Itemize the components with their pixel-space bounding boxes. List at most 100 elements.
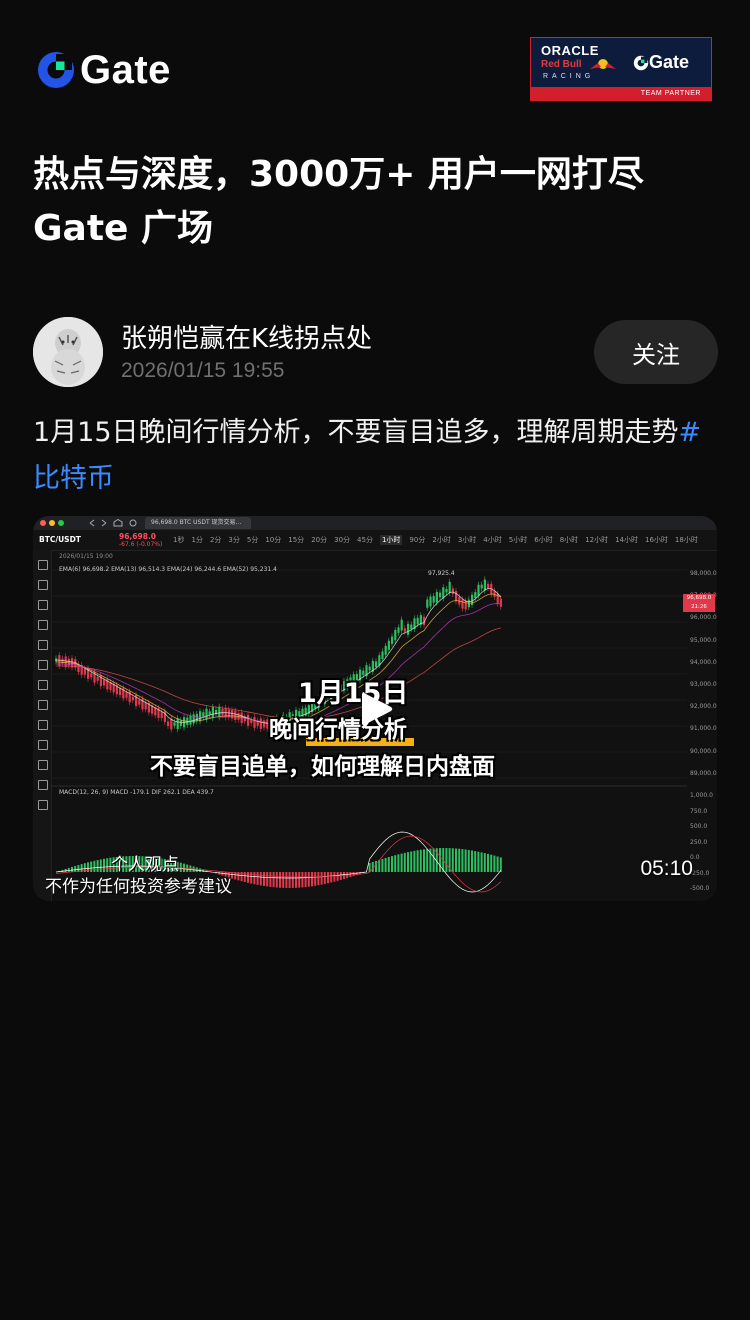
candle-body <box>64 656 67 667</box>
candle-body <box>455 591 458 602</box>
timeframe-option[interactable]: 4小时 <box>483 535 501 545</box>
timeframe-option[interactable]: 12小时 <box>585 535 608 545</box>
timeframe-option[interactable]: 5分 <box>247 535 258 545</box>
timeframe-option[interactable]: 30分 <box>334 535 350 545</box>
timeframe-option[interactable]: 16小时 <box>645 535 668 545</box>
macd-bar <box>96 860 99 872</box>
candle-body <box>397 627 400 633</box>
macd-bar <box>266 872 269 887</box>
text-tool-icon <box>38 680 48 690</box>
candle-body <box>173 722 176 726</box>
price-change: -67.6 (-0.07%) <box>119 541 163 548</box>
macd-axis-tick: 500.0 <box>690 823 708 830</box>
macd-bar <box>387 857 390 872</box>
window-controls-icon <box>40 520 64 526</box>
candle-body <box>487 583 490 589</box>
candle-body <box>416 617 419 625</box>
tiger-avatar-image <box>33 317 103 387</box>
timeframe-option[interactable]: 18小时 <box>675 535 698 545</box>
price-tag-time: 21:26 <box>691 604 707 610</box>
ema-line <box>55 627 501 720</box>
follow-button[interactable]: 关注 <box>594 320 718 384</box>
macd-bar <box>477 851 480 872</box>
trading-pair: BTC/USDT <box>39 535 81 544</box>
browser-bar: 96,698.0 BTC USDT 现货交易... <box>33 516 717 530</box>
timeframe-option[interactable]: 45分 <box>357 535 373 545</box>
candle-body <box>477 584 480 596</box>
macd-bar <box>400 853 403 872</box>
candle-body <box>125 692 128 698</box>
candle-body <box>400 619 403 631</box>
timeframe-option[interactable]: 6小时 <box>534 535 552 545</box>
macd-bar <box>288 872 291 888</box>
price-axis-tick: 98,000.0 <box>690 570 717 577</box>
candle-body <box>474 592 477 598</box>
timeframe-option[interactable]: 90分 <box>409 535 425 545</box>
macd-bar <box>301 872 304 888</box>
candle-body <box>426 599 429 608</box>
author-name[interactable]: 张朔恺赢在K线拐点处 <box>121 318 372 355</box>
overlay-title-3: 不要盲目追单，如何理解日内盘面 <box>150 754 495 780</box>
macd-bar <box>394 855 397 872</box>
timeframe-option[interactable]: 14小时 <box>615 535 638 545</box>
timeframe-option[interactable]: 3分 <box>228 535 239 545</box>
macd-bar <box>496 856 499 872</box>
macd-bar <box>407 852 409 872</box>
macd-bar <box>474 851 477 872</box>
candle-body <box>394 630 397 641</box>
fib-tool-icon <box>38 640 48 650</box>
video-player[interactable]: 96,698.0 BTC USDT 现货交易... BTC/USDT 96,69… <box>33 516 717 901</box>
candle-body <box>410 624 413 630</box>
macd-bar <box>483 853 486 872</box>
price-tag: 96,698.0 21:26 <box>683 594 715 612</box>
candle-body <box>192 714 195 724</box>
redbull-text: Red Bull <box>541 59 582 70</box>
macd-bar <box>275 872 278 888</box>
timeframe-option[interactable]: 2小时 <box>432 535 450 545</box>
macd-bar <box>410 851 413 872</box>
macd-bar <box>458 848 461 872</box>
macd-bar <box>490 854 493 872</box>
disclaimer-line-2: 不作为任何投资参考建议 <box>45 877 232 897</box>
channel-tool-icon <box>38 600 48 610</box>
timeframe-option[interactable]: 10分 <box>265 535 281 545</box>
macd-bar <box>307 872 310 887</box>
team-partner-label: TEAM PARTNER <box>531 87 711 100</box>
macd-bar <box>499 857 502 872</box>
timeframe-option[interactable]: 8小时 <box>560 535 578 545</box>
macd-bar <box>403 852 406 872</box>
timeframe-option[interactable]: 20分 <box>311 535 327 545</box>
candle-body <box>144 702 147 710</box>
macd-bar <box>285 872 288 888</box>
macd-bar <box>250 872 253 884</box>
macd-bar <box>256 872 259 885</box>
macd-bar <box>419 849 422 872</box>
play-icon[interactable] <box>356 689 396 729</box>
candle-body <box>179 720 182 726</box>
team-partner-badge: ORACLE Red Bull RACING Gate TEAM PARTNER <box>530 37 712 101</box>
candle-body <box>189 715 192 725</box>
headline: 热点与深度，3000万+ 用户一网打尽 Gate 广场 <box>33 148 723 256</box>
macd-bar <box>259 872 262 886</box>
macd-bar <box>423 849 425 872</box>
candle-body <box>451 588 454 594</box>
timeframe-option[interactable]: 1秒 <box>173 535 184 545</box>
shape-tool-icon <box>38 700 48 710</box>
candle-body <box>176 718 179 730</box>
browser-nav-icon <box>89 519 137 527</box>
macd-bar <box>445 848 448 872</box>
macd-bar <box>381 858 384 872</box>
macd-bar <box>397 854 400 872</box>
timeframe-option[interactable]: 5小时 <box>509 535 527 545</box>
candle-body <box>234 710 237 720</box>
timeframe-option[interactable]: 15分 <box>288 535 304 545</box>
timeframe-option[interactable]: 1小时 <box>379 535 403 545</box>
timeframe-option[interactable]: 1分 <box>191 535 202 545</box>
candle-body <box>218 706 221 718</box>
author-avatar[interactable] <box>33 317 103 387</box>
candle-body <box>391 636 394 644</box>
timeframe-option[interactable]: 2分 <box>210 535 221 545</box>
macd-bar <box>464 849 467 872</box>
timeframe-option[interactable]: 3小时 <box>458 535 476 545</box>
macd-bar <box>493 855 496 872</box>
